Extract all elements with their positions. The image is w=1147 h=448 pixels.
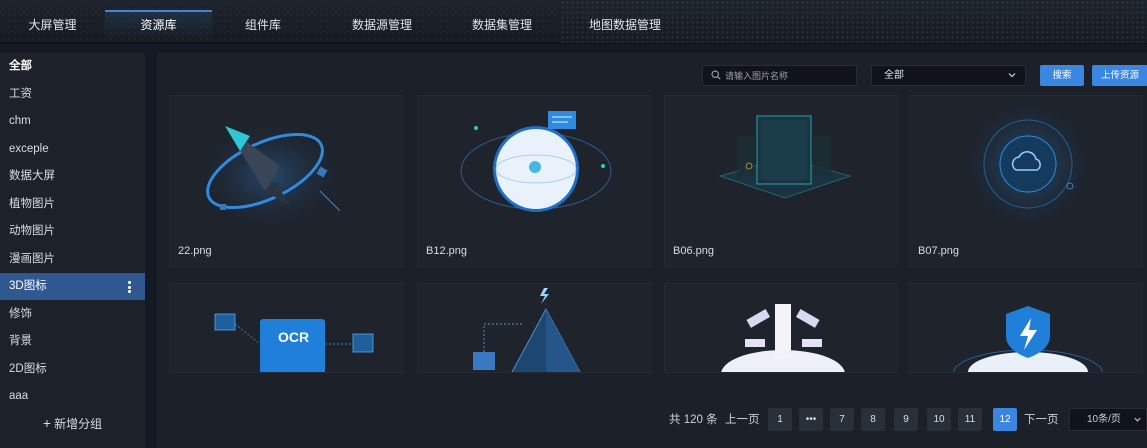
sidebar-item-data-screen[interactable]: 数据大屏 [0,163,145,190]
tab-map-data-management[interactable]: 地图数据管理 [580,10,670,40]
sidebar-item-comic-images[interactable]: 漫画图片 [0,246,145,273]
resource-card[interactable]: 22.png [169,95,403,267]
pagination-page[interactable]: 8 [861,408,885,431]
resource-card-name: B12.png [426,245,467,257]
pagination-next[interactable]: 下一页 [1024,410,1059,430]
resource-card[interactable] [664,283,898,373]
sidebar-item-background[interactable]: 背景 [0,328,145,355]
pagination-page[interactable]: 7 [830,408,854,431]
pagination-page[interactable]: 9 [894,408,918,431]
pagination-page[interactable]: 1 [768,408,792,431]
pyramid-3d-illustration [473,288,581,372]
sidebar-item-label: 3D图标 [9,280,47,292]
pagination-ellipsis[interactable]: ••• [799,408,823,431]
search-button[interactable]: 搜索 [1040,65,1084,86]
category-select[interactable]: 全部 [871,65,1026,86]
sidebar-item-plant-images[interactable]: 植物图片 [0,191,145,218]
chevron-down-icon [1008,73,1016,78]
globe-3d-illustration [460,111,612,212]
sidebar-item-2d-icons[interactable]: 2D图标 [0,356,145,383]
category-select-value: 全部 [884,70,904,81]
resource-card[interactable]: B12.png [417,95,651,267]
resource-content-area: 全部 搜索 上传资源 22.png [157,53,1147,448]
rocket-3d-illustration [190,116,350,236]
search-icon [711,70,721,80]
tab-screen-management[interactable]: 大屏管理 [15,10,90,40]
shield-3d-illustration [952,306,1104,372]
sidebar-item-chm[interactable]: chm [0,108,145,135]
plus-icon: + [42,415,52,431]
upload-resource-button[interactable]: 上传资源 [1092,65,1147,86]
resource-card[interactable]: B06.png [664,95,898,267]
pagination-prev[interactable]: 上一页 [725,410,760,430]
sidebar-item-exceple[interactable]: exceple [0,136,145,163]
pillar-3d-illustration [721,304,845,372]
tab-resource-library[interactable]: 资源库 [105,10,212,40]
add-group-label: 新增分组 [54,417,103,431]
panel-stand-3d-illustration [718,115,852,199]
search-input[interactable] [725,66,853,85]
sidebar-item-animal-images[interactable]: 动物图片 [0,218,145,245]
resource-card-name: B07.png [918,245,959,257]
tab-dataset-management[interactable]: 数据集管理 [462,10,542,40]
resource-card-name: B06.png [673,245,714,257]
sidebar-item-3d-icons[interactable]: 3D图标 [0,273,145,300]
resource-card[interactable]: OCR [169,283,403,373]
tab-component-library[interactable]: 组件库 [232,10,294,40]
category-sidebar: 全部 工资 chm exceple 数据大屏 植物图片 动物图片 漫画图片 3D… [0,53,145,448]
page-size-value: 10条/页 [1087,414,1121,425]
sidebar-item-decoration[interactable]: 修饰 [0,301,145,328]
pagination-total: 共 120 条 [669,414,718,426]
ocr-3d-illustration: OCR [214,313,374,372]
cloud-3d-illustration [958,96,1098,234]
page-size-select[interactable]: 10条/页 [1069,408,1147,431]
more-vertical-icon[interactable] [128,281,131,293]
svg-text:OCR: OCR [278,329,309,345]
sidebar-item-aaa[interactable]: aaa [0,383,145,410]
pagination-page-active[interactable]: 12 [993,408,1017,431]
top-navigation: 大屏管理 资源库 组件库 数据源管理 数据集管理 地图数据管理 [0,0,1147,44]
add-group-button[interactable]: + 新增分组 [0,413,145,433]
sidebar-item-all[interactable]: 全部 [0,53,145,80]
resource-card-name: 22.png [178,245,212,257]
sidebar-item-salary[interactable]: 工资 [0,81,145,108]
chevron-down-icon [1134,417,1141,422]
pagination-page[interactable]: 11 [958,408,982,431]
pagination-page[interactable]: 10 [927,408,951,431]
resource-card[interactable] [417,283,651,373]
tab-datasource-management[interactable]: 数据源管理 [342,10,422,40]
resource-card[interactable] [909,283,1143,373]
search-box[interactable] [702,65,857,86]
resource-card[interactable]: B07.png [909,95,1143,267]
